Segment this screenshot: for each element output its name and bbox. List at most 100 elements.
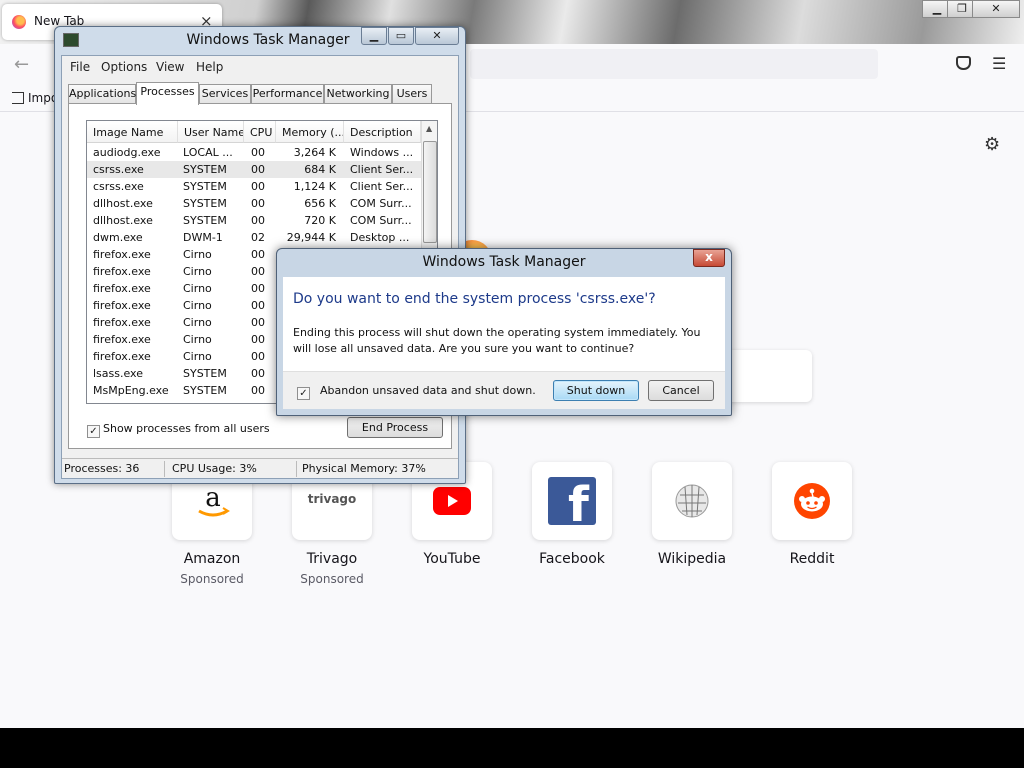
tab-users[interactable]: Users [392,84,432,104]
firefox-icon [12,15,26,29]
table-row[interactable]: csrss.exe SYSTEM 00 684 K Client Ser... [87,161,421,178]
status-divider [164,461,165,477]
table-row[interactable]: audiodg.exe LOCAL ... 00 3,264 K Windows ... [87,144,421,161]
menu-help[interactable]: Help [196,60,223,74]
pocket-icon[interactable] [956,56,971,70]
cell-image-name: csrss.exe [93,163,144,176]
cell-memory: 684 K [304,163,336,176]
top-site-wikipedia[interactable]: Wikipedia [642,462,742,592]
top-site-reddit[interactable]: Reddit [762,462,862,592]
column-cpu[interactable]: CPU [244,121,276,143]
amazon-icon: a [198,484,230,517]
minimize-icon[interactable]: ▁ [361,27,387,45]
cell-user-name: SYSTEM [183,384,227,397]
column-user-name[interactable]: User Name [178,121,244,143]
cell-cpu: 00 [251,282,265,295]
site-tile[interactable] [652,462,732,540]
sponsored-label: Sponsored [300,572,364,586]
cell-cpu: 00 [251,333,265,346]
cell-description: COM Surr... [350,214,412,227]
cell-image-name: firefox.exe [93,282,151,295]
cell-image-name: firefox.exe [93,248,151,261]
hamburger-menu-icon[interactable]: ☰ [992,54,1006,73]
tab-performance[interactable]: Performance [251,84,324,104]
site-label: Trivago [306,551,358,567]
column-memory[interactable]: Memory (... [276,121,344,143]
cell-user-name: SYSTEM [183,197,227,210]
sponsored-label: Sponsored [180,572,244,586]
cell-image-name: dllhost.exe [93,197,153,210]
table-row[interactable]: csrss.exe SYSTEM 00 1,124 K Client Ser... [87,178,421,195]
dialog-footer: ✓ Abandon unsaved data and shut down. Shu… [283,371,725,409]
tab-applications[interactable]: Applications [68,84,136,104]
dialog-title: Windows Task Manager [422,254,586,270]
site-tile[interactable] [772,462,852,540]
dialog-content: Do you want to end the system process 'c… [283,277,725,371]
menu-bar: File Options View Help [62,56,458,78]
dialog-close-icon[interactable]: x [693,249,725,267]
tab-services[interactable]: Services [199,84,251,104]
cell-user-name: Cirno [183,333,212,346]
cell-cpu: 00 [251,180,265,193]
table-row[interactable]: dllhost.exe SYSTEM 00 720 K COM Surr... [87,212,421,229]
status-divider [296,461,297,477]
cell-memory: 1,124 K [293,180,336,193]
end-process-confirm-dialog: Windows Task Manager x Do you want to en… [276,248,732,416]
cancel-button[interactable]: Cancel [648,380,714,401]
site-tile[interactable]: f [532,462,612,540]
shut-down-button[interactable]: Shut down [553,380,639,401]
cell-memory: 720 K [304,214,336,227]
table-row[interactable]: dllhost.exe SYSTEM 00 656 K COM Surr... [87,195,421,212]
column-description[interactable]: Description [344,121,421,143]
top-site-facebook[interactable]: f Facebook [522,462,622,592]
tab-networking[interactable]: Networking [324,84,392,104]
site-label: Facebook [539,551,605,567]
site-label: Wikipedia [657,551,727,567]
tab-processes[interactable]: Processes [136,82,199,105]
cell-user-name: DWM-1 [183,231,223,244]
import-bookmarks-button[interactable]: Impo [12,91,58,105]
scroll-up-arrow-icon[interactable]: ▲ [426,124,432,133]
dialog-main-instruction: Do you want to end the system process 'c… [293,291,656,307]
cell-description: Desktop ... [350,231,410,244]
checkbox-checked-icon[interactable]: ✓ [87,425,100,438]
cell-cpu: 00 [251,214,265,227]
column-image-name[interactable]: Image Name [87,121,178,143]
cell-user-name: Cirno [183,265,212,278]
cell-user-name: SYSTEM [183,180,227,193]
maximize-icon[interactable]: ▭ [388,27,414,45]
url-bar[interactable] [470,49,878,79]
cell-image-name: dllhost.exe [93,214,153,227]
cell-user-name: Cirno [183,282,212,295]
cell-cpu: 00 [251,265,265,278]
close-window-icon[interactable]: ✕ [972,0,1020,18]
gear-icon[interactable]: ⚙ [984,134,1000,155]
abandon-data-checkbox[interactable]: ✓ Abandon unsaved data and shut down. [297,384,536,400]
show-all-processes-checkbox[interactable]: ✓ Show processes from all users [87,422,270,438]
cell-image-name: firefox.exe [93,299,151,312]
cell-cpu: 00 [251,163,265,176]
scroll-thumb[interactable] [423,141,437,243]
cell-image-name: audiodg.exe [93,146,161,159]
end-process-button[interactable]: End Process [347,417,443,438]
cell-memory: 656 K [304,197,336,210]
import-icon [12,92,24,104]
cell-memory: 3,264 K [293,146,336,159]
checkbox-checked-icon[interactable]: ✓ [297,387,310,400]
cell-cpu: 02 [251,231,265,244]
cell-user-name: SYSTEM [183,163,227,176]
menu-file[interactable]: File [70,60,90,74]
close-icon[interactable]: ✕ [415,27,459,45]
trivago-icon: trivago [307,492,357,506]
cell-image-name: lsass.exe [93,367,143,380]
menu-view[interactable]: View [156,60,184,74]
site-label: Reddit [789,551,835,567]
table-row[interactable]: dwm.exe DWM-1 02 29,944 K Desktop ... [87,229,421,246]
reddit-icon [794,483,830,519]
cell-cpu: 00 [251,350,265,363]
cell-memory: 29,944 K [286,231,336,244]
cell-image-name: dwm.exe [93,231,143,244]
cell-cpu: 00 [251,248,265,261]
back-arrow-icon[interactable]: ← [14,54,29,75]
menu-options[interactable]: Options [101,60,147,74]
